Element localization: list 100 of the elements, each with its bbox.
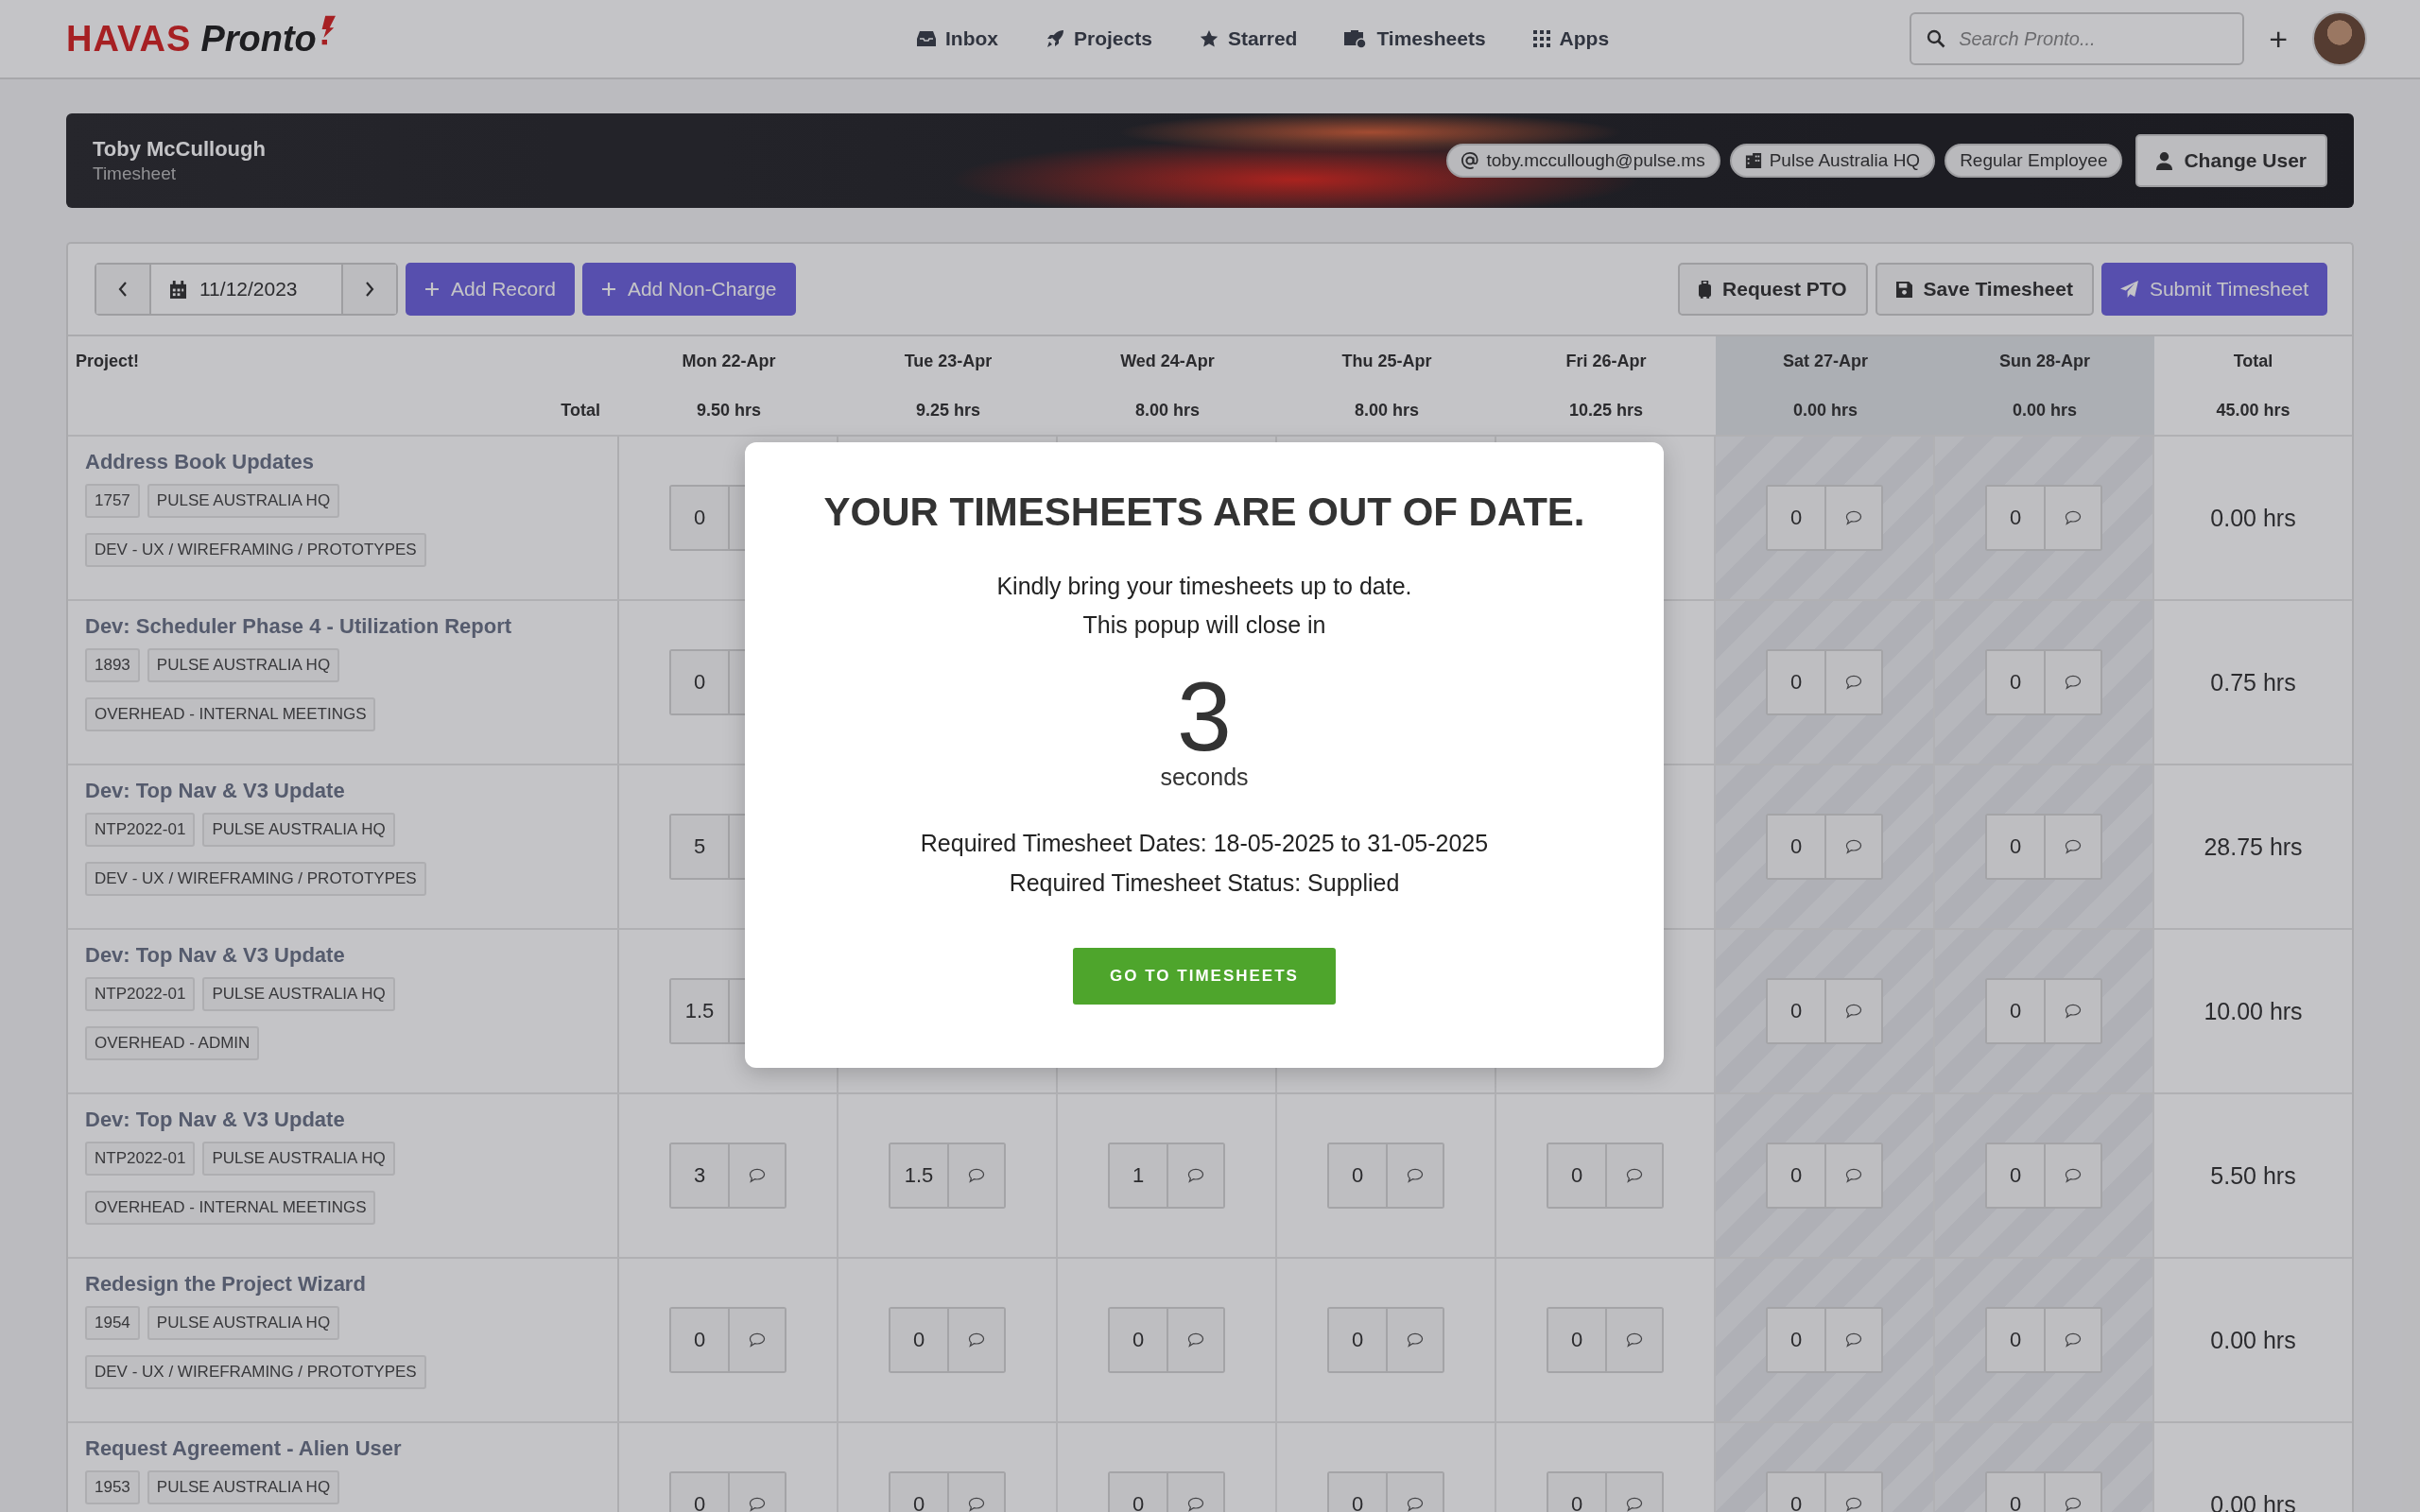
project-name[interactable]: Dev: Top Nav & V3 Update [85,779,345,803]
hours-input[interactable]: 0 [1987,1309,2046,1371]
nav-link[interactable]: Starred [1199,27,1298,50]
speech-bubble-icon [1407,1497,1424,1512]
hours-input[interactable]: 0 [1768,980,1826,1042]
project-tag: PULSE AUSTRALIA HQ [147,648,340,682]
project-name[interactable]: Dev: Top Nav & V3 Update [85,1108,345,1132]
hours-input[interactable]: 0 [1110,1309,1168,1371]
comment-button[interactable] [2046,980,2100,1042]
comment-button[interactable] [1607,1309,1662,1371]
add-button[interactable]: Add Non-Charge [581,263,796,316]
project-name[interactable]: Request Agreement - Alien User [85,1436,402,1461]
hours-input[interactable]: 1.5 [890,1144,949,1207]
hours-input[interactable]: 0 [1987,1473,2046,1512]
add-button[interactable]: + [2263,20,2293,58]
previous-week-button[interactable] [96,265,149,314]
hours-input[interactable]: 0 [671,651,730,713]
hours-input[interactable]: 1.5 [671,980,730,1042]
comment-button[interactable] [1607,1144,1662,1207]
comment-button[interactable] [2046,487,2100,549]
request-button[interactable]: Request PTO [1678,263,1868,316]
submit-button[interactable]: Submit Timesheet [2100,263,2327,316]
hours-input[interactable]: 0 [1548,1144,1607,1207]
comment-button[interactable] [2046,651,2100,713]
speech-bubble-icon [749,1332,766,1348]
plus-icon [424,282,440,297]
speech-bubble-icon [2065,675,2082,690]
speech-bubble-icon [749,1497,766,1512]
hours-input[interactable]: 0 [1768,1309,1826,1371]
hours-input[interactable]: 0 [1329,1144,1388,1207]
project-name[interactable]: Dev: Top Nav & V3 Update [85,943,345,968]
comment-button[interactable] [1168,1144,1223,1207]
save-button[interactable]: Save Timesheet [1875,263,2094,316]
hours-input[interactable]: 0 [671,1309,730,1371]
hours-input[interactable]: 0 [1768,1144,1826,1207]
comment-button[interactable] [949,1144,1004,1207]
column-header: Sat 27-Apr [1783,351,1868,371]
hours-input[interactable]: 0 [671,1473,730,1512]
hours-input[interactable]: 0 [890,1309,949,1371]
comment-button[interactable] [2046,1144,2100,1207]
hours-input[interactable]: 0 [1987,816,2046,878]
column-header: Thu 25-Apr [1341,351,1432,371]
nav-link[interactable]: Inbox [917,27,998,50]
comment-button[interactable] [730,1309,785,1371]
add-button[interactable]: Add Record [406,263,575,316]
hours-input[interactable]: 0 [1987,980,2046,1042]
date-field[interactable]: 11/12/2023 [149,265,343,314]
project-tag: NTP2022-01 [85,1142,196,1176]
hours-input[interactable]: 0 [1768,1473,1826,1512]
comment-button[interactable] [1826,1309,1881,1371]
nav-link[interactable]: Timesheets [1344,27,1486,50]
hours-input[interactable]: 0 [1548,1309,1607,1371]
project-tag: PULSE AUSTRALIA HQ [147,1306,340,1340]
nav-link[interactable]: Projects [1046,27,1152,50]
comment-button[interactable] [949,1309,1004,1371]
category-tag: OVERHEAD - ADMIN [85,1026,260,1060]
hours-input[interactable]: 0 [1110,1473,1168,1512]
hours-input[interactable]: 1 [1110,1144,1168,1207]
comment-button[interactable] [1388,1144,1443,1207]
page-subtitle: Timesheet [93,163,177,184]
speech-bubble-icon [2065,1004,2082,1019]
hours-input[interactable]: 0 [1768,487,1826,549]
speech-bubble-icon [1845,675,1862,690]
comment-button[interactable] [1826,816,1881,878]
speech-bubble-icon [1845,1332,1862,1348]
comment-button[interactable] [1826,980,1881,1042]
comment-button[interactable] [1388,1309,1443,1371]
comment-button[interactable] [1826,651,1881,713]
change-user-button[interactable]: Change User [2135,134,2327,187]
comment-button[interactable] [730,1144,785,1207]
hours-input[interactable]: 0 [1548,1473,1607,1512]
comment-button[interactable] [1826,1144,1881,1207]
day-total: 8.00 hrs [1354,400,1419,421]
hours-input[interactable]: 0 [671,487,730,549]
hours-input[interactable]: 0 [1329,1473,1388,1512]
hours-input[interactable]: 0 [890,1473,949,1512]
comment-button[interactable] [2046,816,2100,878]
hours-input[interactable]: 0 [1987,487,2046,549]
hours-input[interactable]: 3 [671,1144,730,1207]
hours-input[interactable]: 0 [1329,1309,1388,1371]
row-total: 0.00 hrs [2210,1490,2296,1512]
speech-bubble-icon [1407,1332,1424,1348]
column-header: Project! [76,351,140,371]
hours-input[interactable]: 0 [1768,816,1826,878]
nav-link[interactable]: Apps [1532,27,1610,50]
hours-input[interactable]: 0 [1987,651,2046,713]
hours-input[interactable]: 0 [1768,651,1826,713]
next-week-button[interactable] [343,265,396,314]
comment-button[interactable] [2046,1309,2100,1371]
speech-bubble-icon [2065,510,2082,525]
project-name[interactable]: Dev: Scheduler Phase 4 - Utilization Report [85,614,512,639]
project-name[interactable]: Address Book Updates [85,450,315,474]
hours-input[interactable]: 0 [1987,1144,2046,1207]
row-total: 0.00 hrs [2210,1326,2296,1354]
hours-input[interactable]: 5 [671,816,730,878]
grand-total: 45.00 hrs [2216,400,2290,421]
day-total: 8.00 hrs [1134,400,1200,421]
comment-button[interactable] [1826,487,1881,549]
comment-button[interactable] [1168,1309,1223,1371]
project-name[interactable]: Redesign the Project Wizard [85,1272,366,1297]
